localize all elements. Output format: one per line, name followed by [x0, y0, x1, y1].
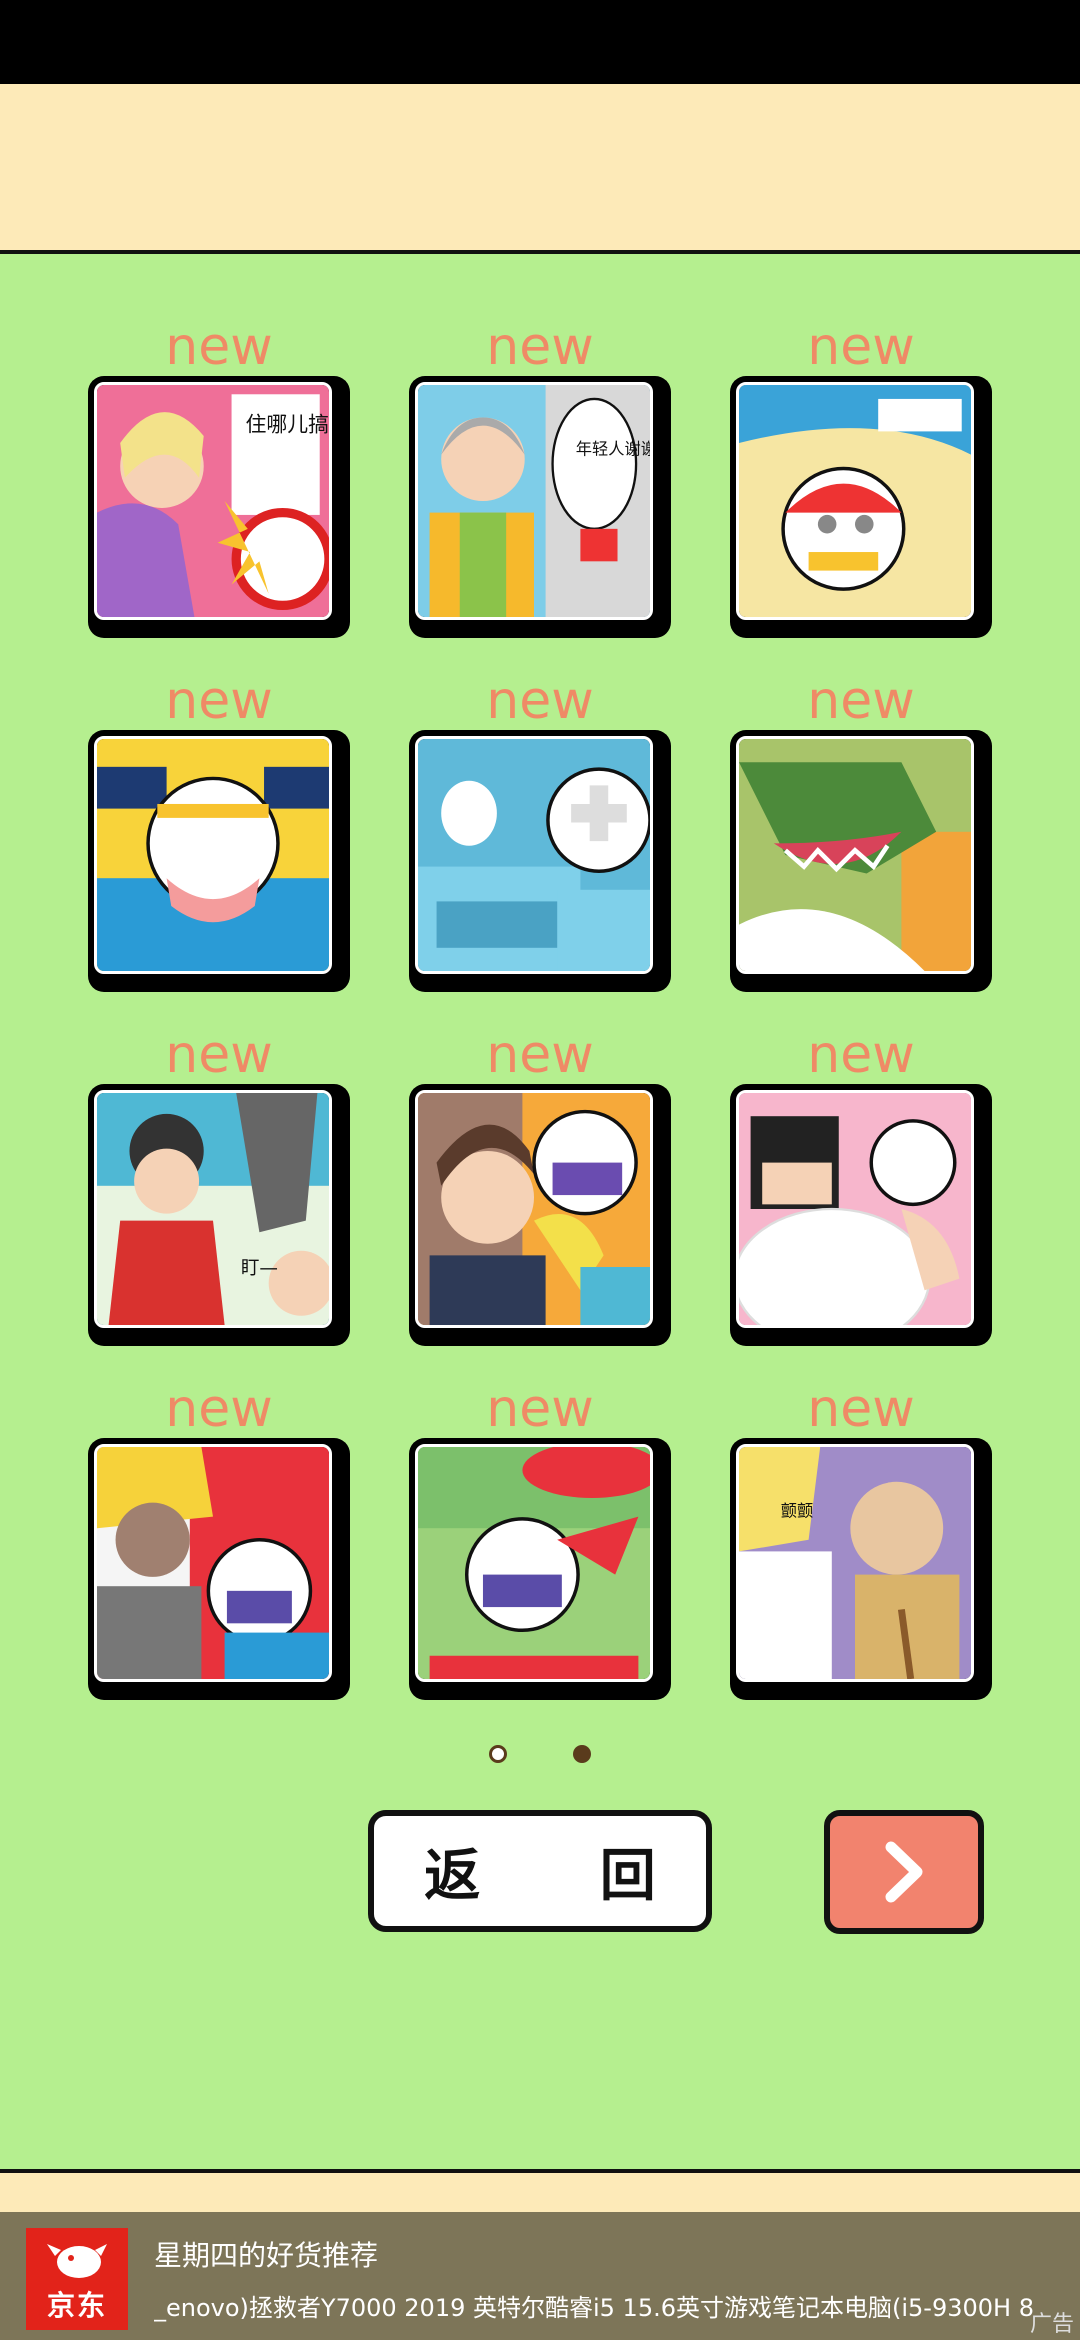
level-item[interactable]: new 年轻人谢谢你啊 [409, 316, 671, 638]
speech-bubble-text: 住哪儿搞呢!你这色狼! [245, 412, 329, 436]
jd-logo: 京东 [26, 2228, 128, 2330]
level-item[interactable]: new [88, 670, 350, 992]
level-item[interactable]: new [730, 316, 992, 638]
page-indicator [0, 1745, 1080, 1769]
level-thumbnail[interactable]: 住哪儿搞呢!你这色狼! [88, 376, 350, 638]
page-dot-2-active[interactable] [573, 1745, 591, 1763]
level-thumbnail[interactable] [88, 730, 350, 992]
speech-bubble-text: 年轻人谢谢你啊 [576, 440, 650, 459]
level-thumbnail[interactable]: 盯— [88, 1084, 350, 1346]
level-item[interactable]: new [409, 1024, 671, 1346]
new-badge: new [165, 317, 273, 377]
next-page-button[interactable] [824, 1810, 984, 1934]
ad-description: _enovo)拯救者Y7000 2019 英特尔酷睿i5 15.6英寸游戏笔记本… [154, 2294, 1034, 2322]
level-thumbnail[interactable] [730, 376, 992, 638]
level-thumbnail[interactable] [409, 730, 671, 992]
level-thumbnail[interactable] [730, 1084, 992, 1346]
level-item[interactable]: new [88, 1378, 350, 1700]
new-badge: new [807, 1379, 915, 1439]
new-badge: new [486, 317, 594, 377]
level-item[interactable]: new [409, 670, 671, 992]
chevron-right-icon [885, 1841, 923, 1903]
new-badge: new [486, 1379, 594, 1439]
level-thumbnail[interactable] [409, 1438, 671, 1700]
back-button[interactable]: 返 回 [368, 1810, 712, 1932]
ad-label: 广告 [1029, 2312, 1074, 2337]
new-badge: new [807, 317, 915, 377]
page-dot-1[interactable] [489, 1745, 507, 1763]
level-item[interactable]: new [730, 1024, 992, 1346]
level-thumbnail[interactable] [409, 1084, 671, 1346]
new-badge: new [807, 671, 915, 731]
new-badge: new [165, 1379, 273, 1439]
dog-mascot-icon [47, 2244, 107, 2278]
comic-caption: 颤颤 [781, 1502, 813, 1521]
level-item[interactable]: new 盯— [88, 1024, 350, 1346]
new-badge: new [807, 1025, 915, 1085]
comic-caption: 盯— [241, 1258, 278, 1279]
level-item[interactable]: new [730, 670, 992, 992]
level-thumbnail[interactable]: 颤颤 [730, 1438, 992, 1700]
level-thumbnail[interactable] [88, 1438, 350, 1700]
new-badge: new [486, 671, 594, 731]
level-thumbnail[interactable] [730, 730, 992, 992]
level-item[interactable]: new 住哪儿搞呢!你这色狼! [88, 316, 350, 638]
level-item[interactable]: new [409, 1378, 671, 1700]
level-thumbnail[interactable]: 年轻人谢谢你啊 [409, 376, 671, 638]
top-banner [0, 84, 1080, 254]
brand-text: 京东 [46, 2289, 107, 2322]
new-badge: new [165, 671, 273, 731]
new-badge: new [165, 1025, 273, 1085]
bottom-strip [0, 2173, 1080, 2212]
status-bar [0, 0, 1080, 84]
ad-banner[interactable]: 京东 星期四的好货推荐 _enovo)拯救者Y7000 2019 英特尔酷睿i5… [0, 2212, 1080, 2340]
level-item[interactable]: new 颤颤 [730, 1378, 992, 1700]
new-badge: new [486, 1025, 594, 1085]
ad-title: 星期四的好货推荐 [154, 2239, 379, 2272]
